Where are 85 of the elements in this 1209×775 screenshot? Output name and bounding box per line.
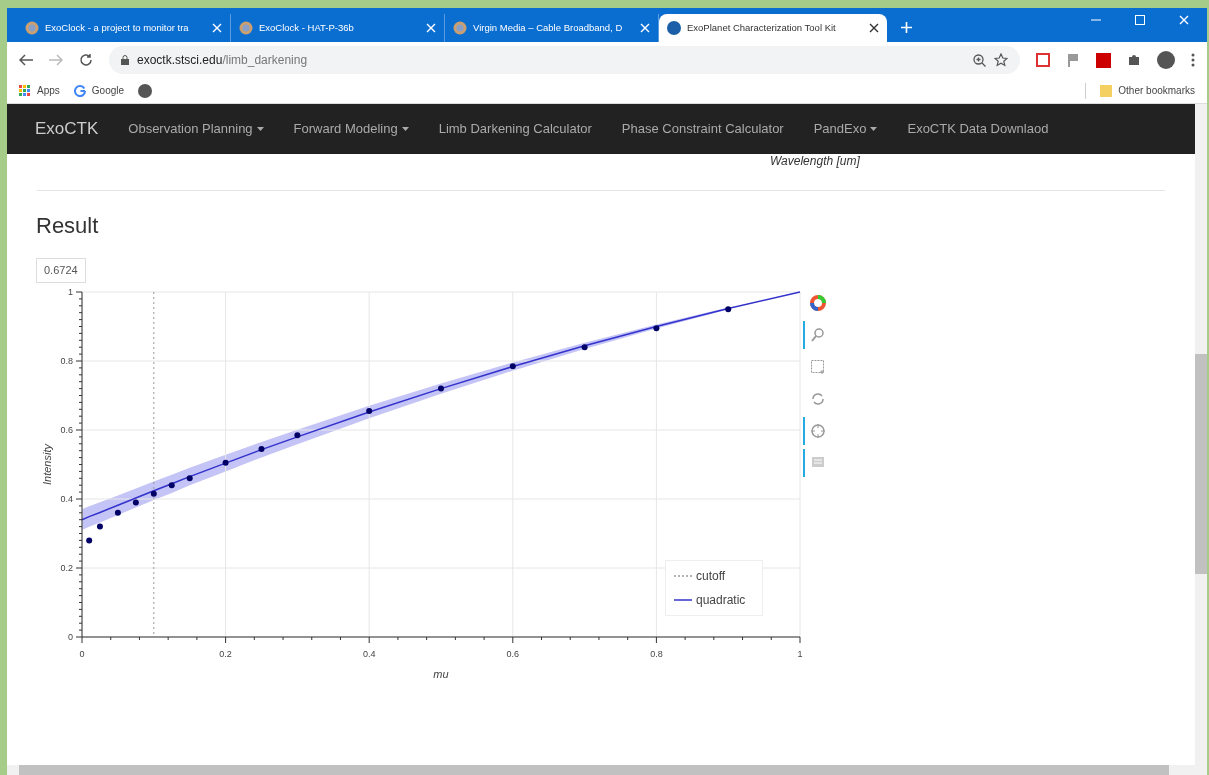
- data-point: [509, 363, 516, 370]
- box-zoom-icon[interactable]: [809, 359, 826, 375]
- new-tab-icon[interactable]: [901, 22, 912, 33]
- magnifier-icon[interactable]: [809, 327, 826, 343]
- nav-dropdown[interactable]: PandExo: [813, 119, 878, 139]
- y-tick-label: 0.8: [60, 356, 73, 366]
- apps-grid-icon: [19, 84, 31, 97]
- data-point: [132, 499, 139, 506]
- tab-title: ExoPlanet Characterization Tool Kit: [687, 20, 837, 35]
- tab-title: ExoClock - a project to monitor tra: [45, 20, 190, 35]
- legend-label: cutoff: [696, 568, 726, 585]
- nav-dropdown[interactable]: Forward Modeling: [293, 119, 409, 139]
- clock-favicon-icon: [453, 21, 467, 35]
- address-bar[interactable]: exoctk.stsci.edu/limb_darkening: [109, 46, 1020, 74]
- axis-label: Wavelength [um]: [770, 154, 860, 168]
- zoom-icon[interactable]: [973, 53, 986, 67]
- data-point: [653, 325, 660, 332]
- data-point: [186, 475, 193, 482]
- browser-tab[interactable]: ExoPlanet Characterization Tool Kit: [659, 14, 887, 42]
- close-icon[interactable]: [869, 23, 879, 33]
- lock-icon: [121, 55, 129, 65]
- y-tick-label: 1: [68, 287, 73, 297]
- vertical-scrollbar[interactable]: [1195, 104, 1207, 765]
- legend-line-icon: [674, 574, 692, 578]
- reload-icon[interactable]: [79, 53, 93, 67]
- maximize-icon[interactable]: [1135, 15, 1145, 25]
- folder-icon: [1100, 84, 1113, 97]
- data-point: [168, 482, 175, 489]
- data-point: [86, 537, 93, 544]
- caret-icon: [256, 127, 264, 131]
- colour-wheel-icon[interactable]: [808, 294, 827, 312]
- value-readout: 0.6724: [36, 258, 86, 283]
- brand-link[interactable]: ExoCTK: [35, 116, 99, 142]
- horizontal-scrollbar[interactable]: [7, 765, 1207, 775]
- menu-icon[interactable]: [1191, 53, 1195, 67]
- flag-icon[interactable]: [1066, 53, 1080, 67]
- nav-dropdown[interactable]: Observation Planning: [128, 119, 264, 139]
- data-point: [581, 344, 588, 351]
- tab-title: Virgin Media – Cable Broadband, D: [473, 20, 624, 35]
- data-point: [258, 446, 265, 452]
- y-tick-label: 0: [68, 632, 73, 642]
- data-point: [150, 490, 157, 497]
- result-heading: Result: [36, 212, 100, 240]
- nav-link[interactable]: Phase Constraint Calculator: [621, 119, 784, 139]
- data-point: [725, 306, 732, 313]
- bookmark-link[interactable]: Google: [73, 83, 125, 98]
- x-tick-label: 0: [79, 649, 85, 659]
- x-tick-label: 1: [797, 649, 803, 659]
- close-window-icon[interactable]: [1179, 15, 1189, 25]
- x-tick-label: 0.6: [506, 649, 520, 659]
- y-tick-label: 0.4: [60, 494, 73, 504]
- x-axis-label: mu: [433, 668, 449, 680]
- back-icon[interactable]: [19, 54, 33, 66]
- data-point: [438, 385, 444, 392]
- reset-icon[interactable]: [809, 391, 826, 407]
- y-tick-label: 0.2: [60, 563, 73, 573]
- star-icon[interactable]: [994, 53, 1008, 67]
- caret-icon: [401, 127, 409, 131]
- y-axis-label: Intensity: [41, 444, 53, 485]
- crosshair-icon[interactable]: [809, 423, 826, 439]
- x-tick-label: 0.2: [219, 649, 232, 659]
- bookmark-link[interactable]: Apps: [19, 83, 60, 98]
- x-tick-label: 0.4: [362, 649, 376, 659]
- data-point: [366, 408, 373, 415]
- nav-link[interactable]: Limb Darkening Calculator: [438, 119, 592, 139]
- data-point: [222, 459, 229, 466]
- planet-favicon-icon: [667, 21, 681, 35]
- extension-icon[interactable]: [1036, 53, 1050, 67]
- clock-favicon-icon: [25, 21, 39, 35]
- nav-link[interactable]: ExoCTK Data Downlaod: [907, 119, 1049, 139]
- y-tick-label: 0.6: [60, 425, 73, 435]
- legend-label: quadratic: [696, 592, 746, 609]
- data-point: [294, 432, 301, 439]
- other-bookmarks-link[interactable]: Other bookmarks: [1100, 83, 1195, 98]
- clock-favicon-icon: [239, 21, 253, 35]
- pdf-icon[interactable]: [1096, 52, 1111, 68]
- url-text: exoctk.stsci.edu/limb_darkening: [137, 52, 309, 69]
- legend-line-icon: [674, 598, 692, 602]
- tab-title: ExoClock - HAT-P-36b: [259, 20, 355, 35]
- x-tick-label: 0.8: [650, 649, 663, 659]
- google-icon: [73, 84, 86, 97]
- data-point: [114, 509, 121, 516]
- data-point: [96, 523, 103, 530]
- profile-icon[interactable]: [1157, 51, 1175, 69]
- caret-icon: [870, 127, 878, 131]
